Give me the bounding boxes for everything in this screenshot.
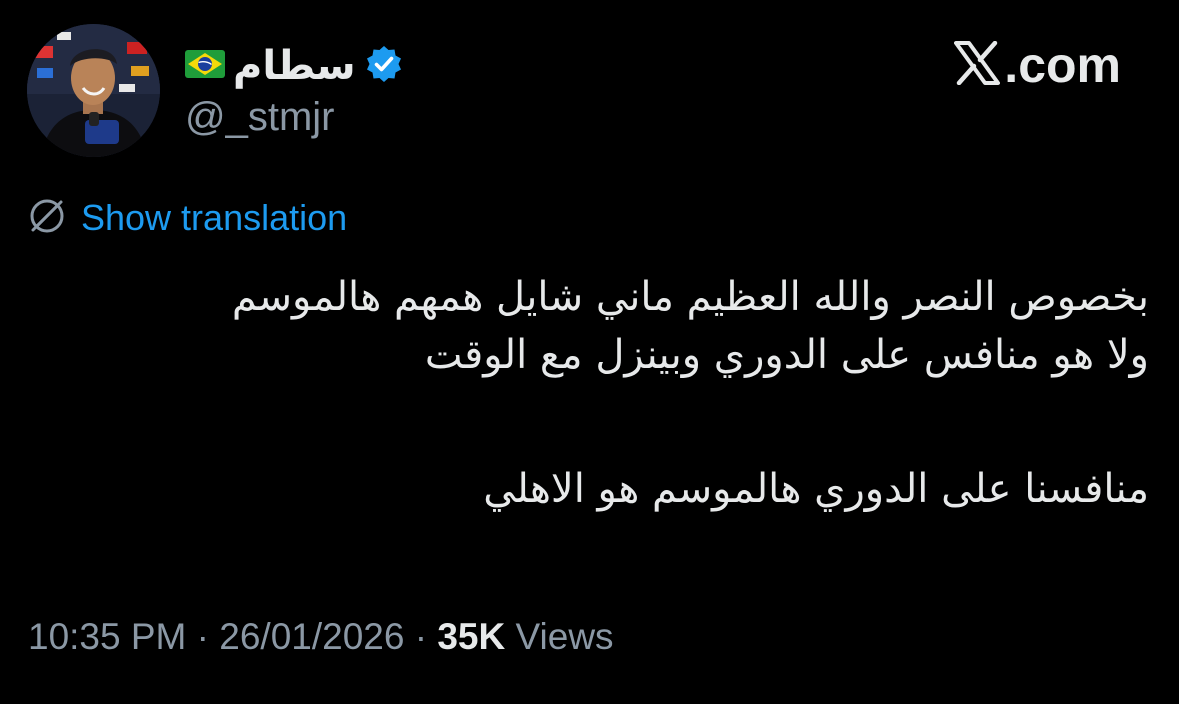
tweet-line: منافسنا على الدوري هالموسم هو الاهلي (483, 466, 1149, 512)
views-label: Views (515, 616, 614, 657)
profile-avatar[interactable] (27, 24, 160, 157)
tweet-line: ولا هو منافس على الدوري وبينزل مع الوقت (424, 332, 1149, 378)
brand-domain-text: .com (1004, 37, 1121, 93)
translate-globe-icon (27, 196, 67, 241)
x-com-brand: .com (954, 36, 1121, 94)
tweet-meta: 10:35 PM · 26/01/2026 · 35K Views (28, 614, 614, 660)
verified-badge-icon (364, 44, 404, 89)
tweet-text: بخصوص النصر والله العظيم ماني شايل همهم … (29, 268, 1149, 518)
brazil-flag-icon (185, 49, 225, 83)
author-display-name[interactable]: سطام (233, 46, 356, 86)
author-name-row[interactable]: سطام (185, 38, 404, 94)
show-translation-link[interactable]: Show translation (81, 200, 347, 236)
tweet-card: سطام @_stmjr .com Show translation بخصوص… (0, 0, 1179, 704)
views-count[interactable]: 35K (437, 616, 505, 657)
author-handle[interactable]: @_stmjr (185, 97, 335, 137)
tweet-line: بخصوص النصر والله العظيم ماني شايل همهم … (231, 274, 1149, 320)
avatar-image (27, 24, 160, 157)
show-translation-button[interactable]: Show translation (27, 196, 347, 240)
x-logo-icon (954, 40, 1001, 90)
tweet-time[interactable]: 10:35 PM (28, 616, 186, 657)
meta-separator: · (414, 616, 428, 657)
meta-separator: · (196, 616, 209, 657)
tweet-date[interactable]: 26/01/2026 (219, 616, 404, 657)
